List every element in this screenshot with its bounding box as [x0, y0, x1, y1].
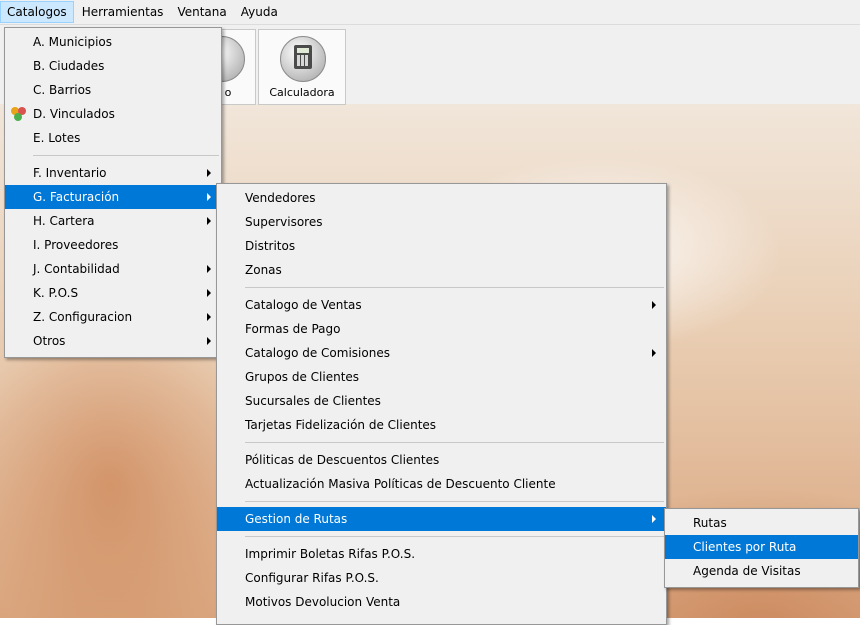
menu-item-label: Otros — [33, 334, 66, 348]
menu-item-clientes-por-ruta[interactable]: Clientes por Ruta — [665, 535, 858, 559]
menu-item-zonas[interactable]: Zonas — [217, 258, 666, 282]
menu-item-label: I. Proveedores — [33, 238, 119, 252]
menu-item-otros[interactable]: Otros — [5, 329, 221, 353]
menu-item-configurar-rifas[interactable]: Configurar Rifas P.O.S. — [217, 566, 666, 590]
menu-separator — [245, 536, 664, 537]
menu-item-contabilidad[interactable]: J. Contabilidad — [5, 257, 221, 281]
menu-item-label: Vendedores — [245, 191, 316, 205]
menu-item-supervisores[interactable]: Supervisores — [217, 210, 666, 234]
menu-item-lotes[interactable]: E. Lotes — [5, 126, 221, 150]
menu-item-inventario[interactable]: F. Inventario — [5, 161, 221, 185]
menu-item-motivos-devolucion[interactable]: Motivos Devolucion Venta — [217, 590, 666, 614]
menu-item-label: K. P.O.S — [33, 286, 79, 300]
menu-item-municipios[interactable]: A. Municipios — [5, 30, 221, 54]
menu-item-sucursales-clientes[interactable]: Sucursales de Clientes — [217, 389, 666, 413]
menu-item-pos[interactable]: K. P.O.S — [5, 281, 221, 305]
menu-item-configuracion[interactable]: Z. Configuracion — [5, 305, 221, 329]
menu-item-label: E. Lotes — [33, 131, 81, 145]
calculator-label: Calculadora — [269, 86, 335, 99]
menu-item-label: F. Inventario — [33, 166, 107, 180]
menu-separator — [33, 155, 219, 156]
menu-item-label: Sucursales de Clientes — [245, 394, 381, 408]
menu-item-label: Zonas — [245, 263, 282, 277]
menu-item-label: Distritos — [245, 239, 296, 253]
menu-item-imprimir-boletas[interactable]: Imprimir Boletas Rifas P.O.S. — [217, 542, 666, 566]
menu-item-formas-pago[interactable]: Formas de Pago — [217, 317, 666, 341]
menu-item-label: Clientes por Ruta — [693, 540, 797, 554]
menu-item-rutas[interactable]: Rutas — [665, 511, 858, 535]
menu-item-facturacion[interactable]: G. Facturación — [5, 185, 221, 209]
menu-item-label: Configurar Rifas P.O.S. — [245, 571, 379, 585]
menu-item-gestion-rutas[interactable]: Gestion de Rutas — [217, 507, 666, 531]
facturacion-submenu: Vendedores Supervisores Distritos Zonas … — [216, 183, 667, 625]
submenu-arrow-icon — [207, 337, 211, 345]
menu-item-distritos[interactable]: Distritos — [217, 234, 666, 258]
menu-item-barrios[interactable]: C. Barrios — [5, 78, 221, 102]
menu-item-ciudades[interactable]: B. Ciudades — [5, 54, 221, 78]
menu-separator — [245, 501, 664, 502]
menu-bar: Catalogos Herramientas Ventana Ayuda — [0, 0, 860, 25]
submenu-arrow-icon — [207, 265, 211, 273]
menu-catalogos[interactable]: Catalogos — [0, 1, 74, 23]
menu-item-label: H. Cartera — [33, 214, 95, 228]
menu-ayuda[interactable]: Ayuda — [235, 1, 284, 23]
menu-item-grupos-clientes[interactable]: Grupos de Clientes — [217, 365, 666, 389]
menu-item-tarjetas-fidelizacion[interactable]: Tarjetas Fidelización de Clientes — [217, 413, 666, 437]
menu-item-catalogo-comisiones[interactable]: Catalogo de Comisiones — [217, 341, 666, 365]
menu-item-label: G. Facturación — [33, 190, 120, 204]
menu-item-label: Motivos Devolucion Venta — [245, 595, 401, 609]
menu-item-cartera[interactable]: H. Cartera — [5, 209, 221, 233]
menu-item-label: Gestion de Rutas — [245, 512, 348, 526]
submenu-arrow-icon — [652, 301, 656, 309]
menu-item-label: Grupos de Clientes — [245, 370, 360, 384]
submenu-arrow-icon — [207, 217, 211, 225]
menu-item-label: Supervisores — [245, 215, 323, 229]
menu-item-label: D. Vinculados — [33, 107, 115, 121]
submenu-arrow-icon — [207, 289, 211, 297]
catalogos-menu: A. Municipios B. Ciudades C. Barrios D. … — [4, 27, 222, 358]
menu-item-label: Agenda de Visitas — [693, 564, 801, 578]
menu-item-label: Catalogo de Ventas — [245, 298, 362, 312]
submenu-arrow-icon — [652, 349, 656, 357]
menu-item-vinculados[interactable]: D. Vinculados — [5, 102, 221, 126]
menu-item-label: A. Municipios — [33, 35, 113, 49]
submenu-arrow-icon — [652, 515, 656, 523]
menu-item-label: B. Ciudades — [33, 59, 105, 73]
menu-item-label: Z. Configuracion — [33, 310, 133, 324]
menu-item-label: J. Contabilidad — [33, 262, 120, 276]
menu-item-vendedores[interactable]: Vendedores — [217, 186, 666, 210]
menu-separator — [245, 287, 664, 288]
submenu-arrow-icon — [207, 193, 211, 201]
menu-item-label: Formas de Pago — [245, 322, 341, 336]
menu-item-agenda-visitas[interactable]: Agenda de Visitas — [665, 559, 858, 583]
calculator-button[interactable]: Calculadora — [258, 29, 346, 105]
menu-ventana[interactable]: Ventana — [171, 1, 232, 23]
menu-item-catalogo-ventas[interactable]: Catalogo de Ventas — [217, 293, 666, 317]
menu-item-label: Póliticas de Descuentos Clientes — [245, 453, 440, 467]
menu-item-label: Catalogo de Comisiones — [245, 346, 390, 360]
rutas-submenu: Rutas Clientes por Ruta Agenda de Visita… — [664, 508, 859, 588]
menu-item-label: Imprimir Boletas Rifas P.O.S. — [245, 547, 416, 561]
menu-item-label: Tarjetas Fidelización de Clientes — [245, 418, 437, 432]
menu-herramientas[interactable]: Herramientas — [76, 1, 170, 23]
submenu-arrow-icon — [207, 169, 211, 177]
people-icon — [11, 107, 27, 121]
submenu-arrow-icon — [207, 313, 211, 321]
calculator-icon — [280, 36, 326, 82]
menu-item-actualizacion-masiva[interactable]: Actualización Masiva Políticas de Descue… — [217, 472, 666, 496]
menu-item-label: C. Barrios — [33, 83, 92, 97]
menu-item-label: Actualización Masiva Políticas de Descue… — [245, 477, 556, 491]
menu-item-label: Rutas — [693, 516, 727, 530]
menu-item-politicas-descuentos[interactable]: Póliticas de Descuentos Clientes — [217, 448, 666, 472]
menu-item-proveedores[interactable]: I. Proveedores — [5, 233, 221, 257]
menu-separator — [245, 442, 664, 443]
